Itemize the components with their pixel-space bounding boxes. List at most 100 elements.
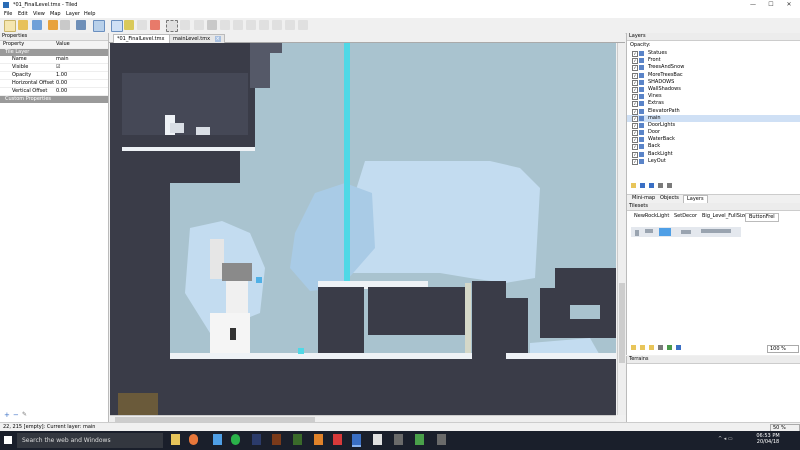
- layer-item[interactable]: ✓ SHADOWS: [627, 79, 800, 86]
- app-taskbar-icon-3[interactable]: [415, 434, 424, 445]
- tab-minimap[interactable]: Mini-map: [629, 195, 658, 202]
- remove-property-icon[interactable]: −: [13, 411, 19, 419]
- insert-rectangle-icon[interactable]: [233, 20, 243, 30]
- menu-edit[interactable]: Edit: [18, 11, 28, 17]
- insert-polygon-icon[interactable]: [259, 20, 269, 30]
- select-objects-icon[interactable]: [207, 20, 217, 30]
- property-row[interactable]: Vertical Offset 0.00: [0, 88, 108, 96]
- redo-icon[interactable]: [60, 20, 70, 30]
- layer-item[interactable]: ✓ Back: [627, 143, 800, 151]
- layer-item[interactable]: ✓ Statues: [627, 50, 800, 57]
- property-value[interactable]: 1.00: [56, 72, 67, 79]
- save-icon[interactable]: [32, 20, 42, 30]
- tab-tileset-big-level[interactable]: Big_Level_FullSize: [699, 213, 750, 220]
- property-row[interactable]: Opacity 1.00: [0, 72, 108, 80]
- layer-visibility-checkbox[interactable]: ✓: [632, 58, 638, 65]
- group-tile-layer[interactable]: Tile Layer: [0, 49, 108, 56]
- property-row[interactable]: Horizontal Offset 0.00: [0, 80, 108, 88]
- tiled-taskbar-icon[interactable]: [352, 434, 361, 447]
- close-tab-icon[interactable]: ×: [214, 36, 221, 42]
- game-app-icon[interactable]: [333, 434, 342, 445]
- eraser-icon[interactable]: [150, 20, 160, 30]
- rename-property-icon[interactable]: ✎: [22, 411, 27, 418]
- close-button[interactable]: ✕: [780, 1, 798, 9]
- export-tileset-icon[interactable]: [649, 345, 654, 350]
- tab-objects[interactable]: Objects: [657, 195, 682, 202]
- system-tray-icons[interactable]: ^ ◂ ▭: [718, 436, 742, 444]
- stamp-brush-icon[interactable]: [111, 20, 123, 32]
- layer-visibility-checkbox[interactable]: ✓: [632, 72, 638, 79]
- random-mode-icon[interactable]: [93, 20, 105, 32]
- property-value[interactable]: 0.00: [56, 88, 67, 95]
- property-value[interactable]: 0.00: [56, 80, 67, 87]
- select-same-tile-icon[interactable]: [194, 20, 204, 30]
- raise-layer-icon[interactable]: [640, 183, 645, 188]
- layer-visibility-checkbox[interactable]: ✓: [632, 151, 638, 158]
- layer-item[interactable]: ✓ ElevatorPath: [627, 108, 800, 115]
- layer-item[interactable]: ✓ Front: [627, 57, 800, 65]
- magic-wand-icon[interactable]: [180, 20, 190, 30]
- dreamweaver-icon[interactable]: [293, 434, 302, 445]
- tab-tileset-newrocklight[interactable]: NewRockLight: [631, 213, 672, 220]
- layer-item[interactable]: ✓ TreesAndSnow: [627, 64, 800, 72]
- duplicate-layer-icon[interactable]: [658, 183, 663, 188]
- property-row[interactable]: Name main: [0, 56, 108, 64]
- terrain-editor-icon[interactable]: [667, 345, 672, 350]
- insert-text-icon[interactable]: [298, 20, 308, 30]
- browser-icon[interactable]: [213, 434, 222, 445]
- layer-visibility-checkbox[interactable]: ✓: [632, 51, 638, 57]
- group-custom-properties[interactable]: Custom Properties: [0, 96, 108, 103]
- maximize-button[interactable]: ☐: [762, 1, 780, 9]
- layer-item[interactable]: ✓ Door: [627, 129, 800, 137]
- vertical-scroll-thumb[interactable]: [619, 283, 625, 363]
- bucket-fill-icon[interactable]: [137, 20, 147, 30]
- layer-visibility-checkbox[interactable]: ✓: [632, 86, 638, 93]
- property-row[interactable]: Visible ☑: [0, 64, 108, 72]
- file-explorer-icon[interactable]: [171, 434, 180, 445]
- undo-icon[interactable]: [48, 20, 58, 30]
- app-taskbar-icon-2[interactable]: [394, 434, 403, 445]
- layer-visibility-checkbox[interactable]: ✓: [632, 122, 638, 129]
- taskbar-search-box[interactable]: Search the web and Windows: [17, 433, 163, 448]
- minimize-button[interactable]: —: [744, 1, 762, 9]
- layer-item[interactable]: ✓ DoorLights: [627, 122, 800, 129]
- layer-item[interactable]: ✓ WallShadows: [627, 86, 800, 93]
- layer-visibility-checkbox[interactable]: ✓: [632, 94, 638, 101]
- layer-visibility-checkbox[interactable]: ✓: [632, 158, 638, 165]
- edit-polygons-icon[interactable]: [220, 20, 230, 30]
- insert-tile-icon[interactable]: [285, 20, 295, 30]
- vertical-scrollbar[interactable]: [617, 43, 626, 415]
- delete-layer-icon[interactable]: [667, 183, 672, 188]
- menu-layer[interactable]: Layer: [66, 11, 80, 17]
- tab-tileset-buttonfrel[interactable]: ButtonFrel: [745, 213, 779, 222]
- terrain-brush-icon[interactable]: [124, 20, 134, 30]
- layer-item[interactable]: ✓ Extras: [627, 100, 800, 108]
- rect-select-icon[interactable]: [166, 20, 178, 32]
- opacity-row[interactable]: Opacity:: [627, 41, 800, 50]
- layer-item-selected[interactable]: ✓ main: [627, 114, 800, 122]
- layer-visibility-checkbox[interactable]: ✓: [632, 137, 638, 144]
- insert-polyline-icon[interactable]: [272, 20, 282, 30]
- layer-visibility-checkbox[interactable]: ✓: [632, 79, 638, 86]
- layer-item[interactable]: ✓ WaterBack: [627, 136, 800, 144]
- menu-help[interactable]: Help: [84, 11, 95, 17]
- lower-layer-icon[interactable]: [649, 183, 654, 188]
- new-file-icon[interactable]: [4, 20, 16, 32]
- layer-item[interactable]: ✓ MoreTreesBac: [627, 72, 800, 79]
- layer-visibility-checkbox[interactable]: ✓: [632, 108, 638, 115]
- windows-start-icon[interactable]: [4, 436, 12, 444]
- menu-map[interactable]: Map: [50, 11, 61, 17]
- layer-item[interactable]: ✓ BackLight: [627, 151, 800, 158]
- commands-icon[interactable]: [76, 20, 86, 30]
- tileset-grid[interactable]: [631, 225, 791, 343]
- taskbar-clock[interactable]: 06:53 PM 20/04/18: [748, 433, 788, 445]
- photoshop-icon[interactable]: [252, 434, 261, 445]
- tab-tileset-setdecor[interactable]: SetDecor: [671, 213, 700, 220]
- firefox-icon[interactable]: [189, 434, 198, 445]
- layer-visibility-checkbox[interactable]: ✓: [632, 144, 638, 151]
- app-taskbar-icon[interactable]: [373, 434, 382, 445]
- open-file-icon[interactable]: [18, 20, 28, 30]
- app-taskbar-icon-4[interactable]: [437, 434, 446, 445]
- layer-visibility-checkbox[interactable]: ✓: [632, 130, 638, 137]
- illustrator-icon[interactable]: [272, 434, 281, 445]
